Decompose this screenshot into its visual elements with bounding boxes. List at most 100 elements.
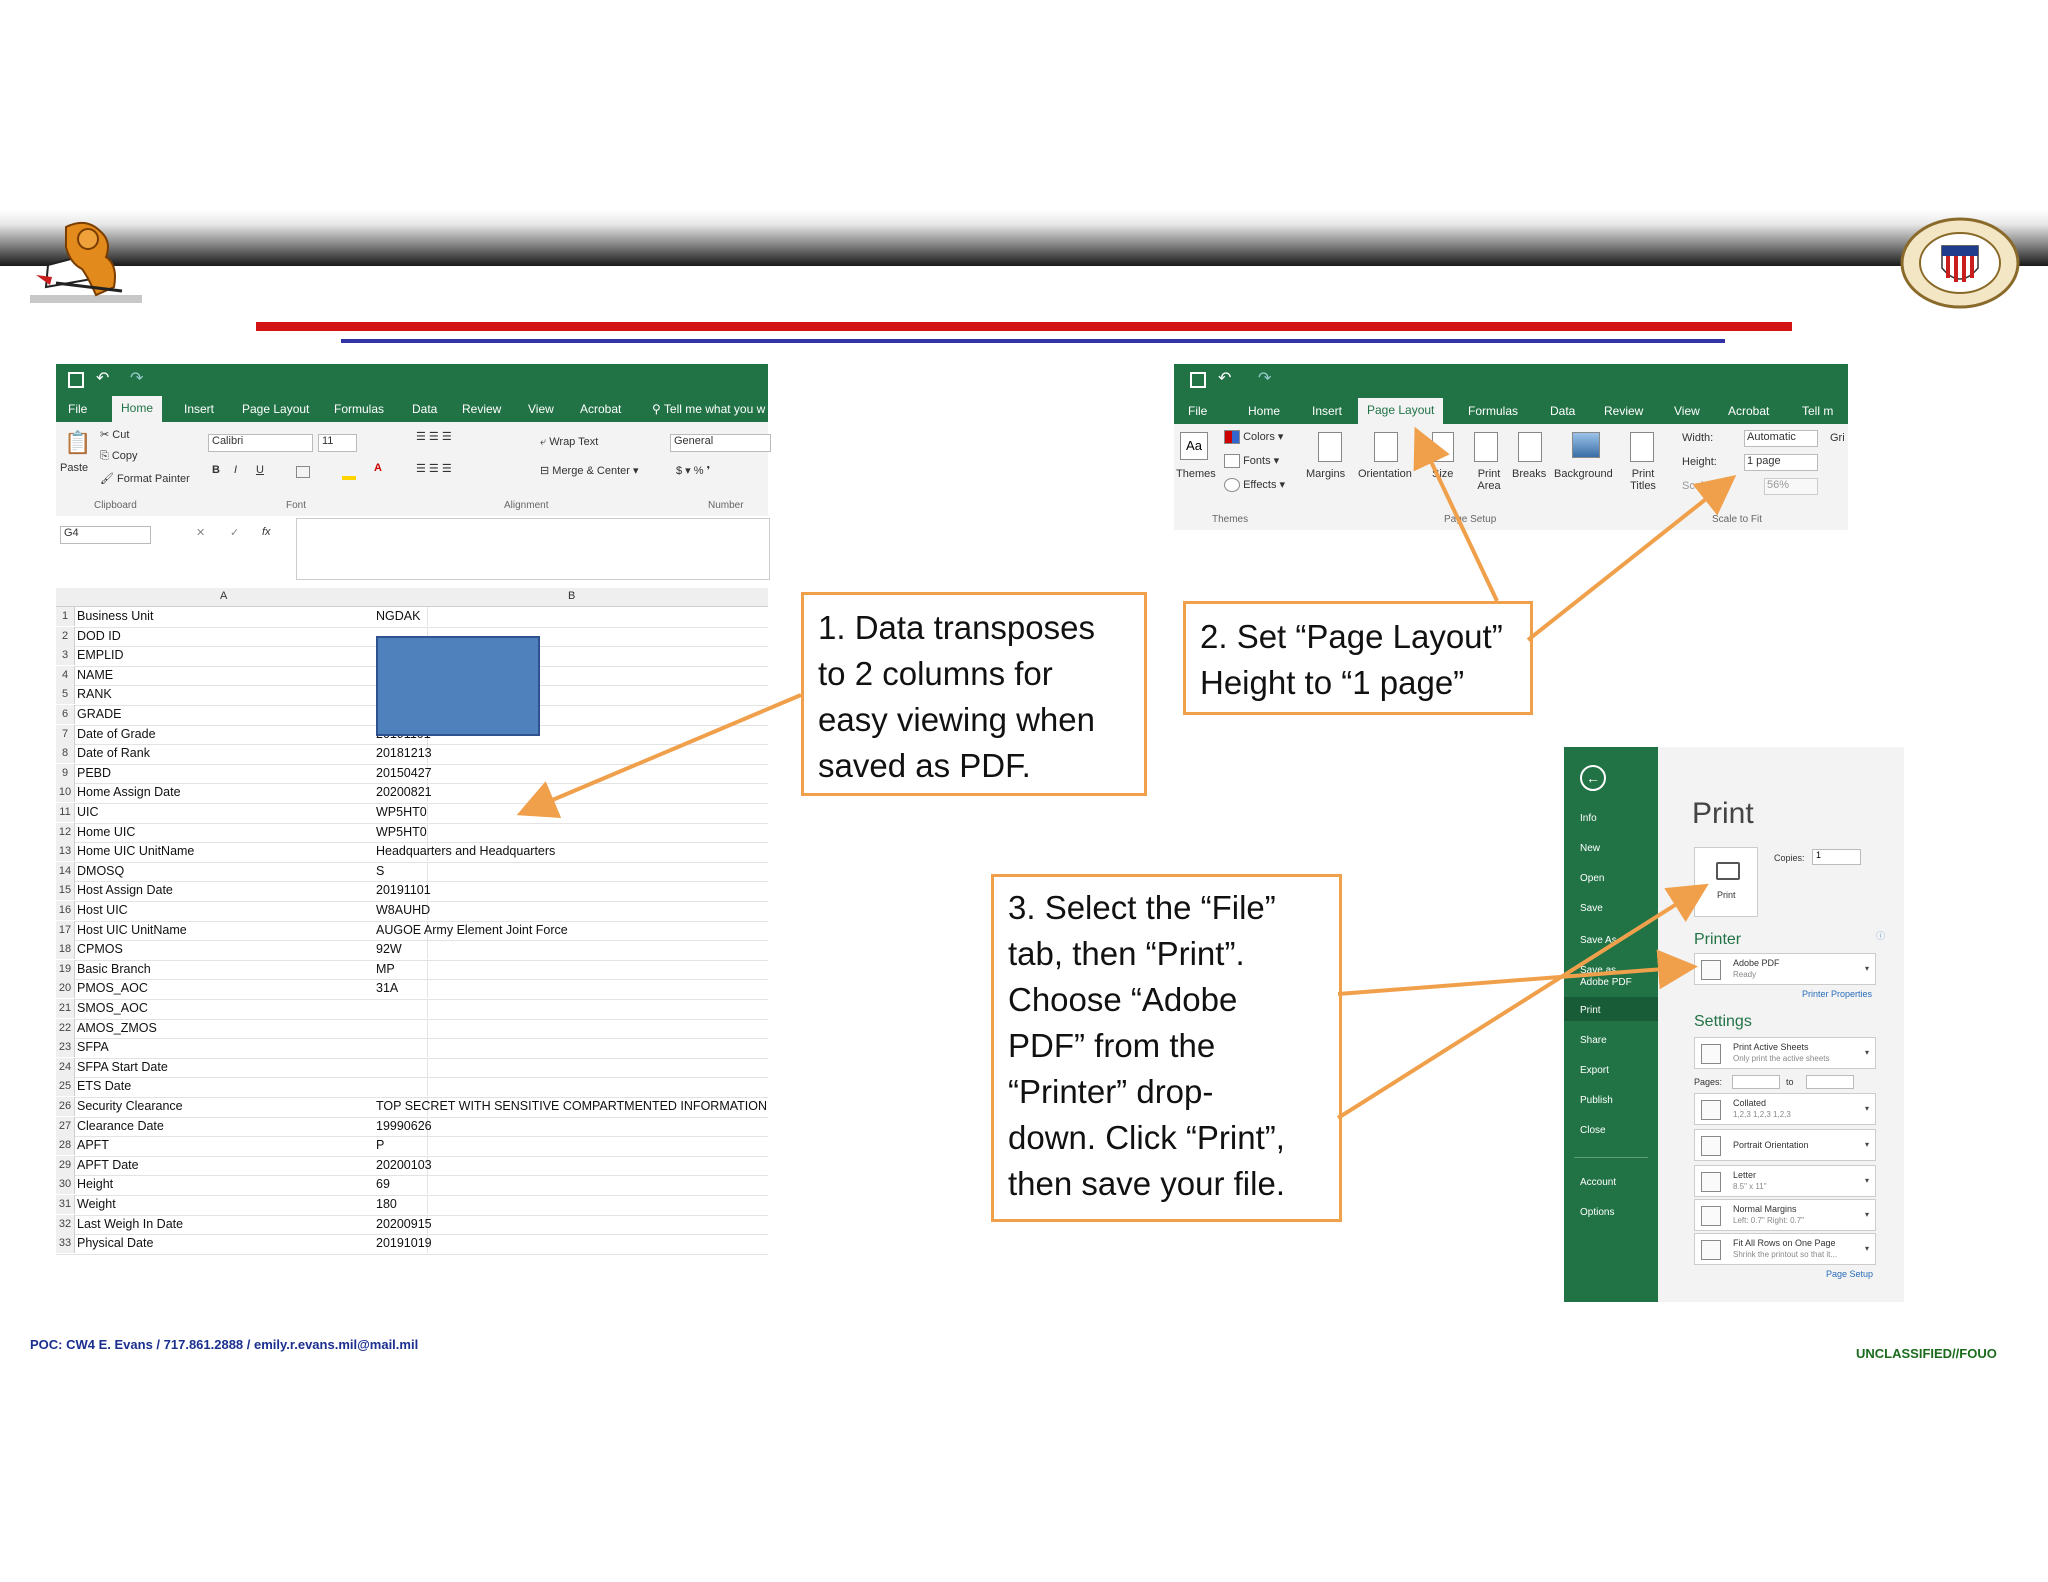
breaks-icon[interactable] [1518,432,1542,462]
cell-b[interactable]: Headquarters and Headquarters [376,842,555,861]
print-titles-button[interactable]: Print Titles [1626,468,1660,492]
print-area-button[interactable]: Print Area [1472,468,1506,492]
sidebar-item-account[interactable]: Account [1580,1177,1616,1188]
cell-a[interactable]: SMOS_AOC [77,999,428,1018]
row-number[interactable]: 22 [56,1018,75,1038]
row-number[interactable]: 3 [56,646,75,666]
row-number[interactable]: 10 [56,783,75,803]
tab-page-layout[interactable]: Page Layout [242,402,309,416]
name-box[interactable]: G4 [60,526,151,544]
wrap-text-button[interactable]: ⤶ Wrap Text [540,436,598,449]
cell-b[interactable]: P [376,1136,384,1155]
row-number[interactable]: 11 [56,803,75,822]
background-button[interactable]: Background [1554,468,1613,480]
cell-b[interactable]: WP5HT0 [376,803,427,822]
row-number[interactable]: 16 [56,901,75,920]
copies-input[interactable]: 1 [1812,849,1861,865]
print-area-icon[interactable] [1474,432,1498,462]
cell-b[interactable]: TOP SECRET WITH SENSITIVE COMPARTMENTED … [376,1097,767,1116]
scale-input[interactable]: 56% [1764,478,1818,495]
sidebar-item-options[interactable]: Options [1580,1207,1614,1218]
row-number[interactable]: 4 [56,665,75,685]
row-number[interactable]: 31 [56,1195,75,1214]
row-number[interactable]: 29 [56,1155,75,1175]
cell-b[interactable]: AUGOE Army Element Joint Force [376,921,568,940]
size-icon[interactable] [1432,432,1454,462]
orientation-icon[interactable] [1374,432,1398,462]
tab-formulas[interactable]: Formulas [334,402,384,416]
printer-properties-link[interactable]: Printer Properties [1802,989,1872,999]
tab-review[interactable]: Review [462,402,501,416]
format-painter-button[interactable]: 🖌 Format Painter [100,472,190,485]
tab-page-layout[interactable]: Page Layout [1358,398,1444,424]
row-number[interactable]: 33 [56,1234,75,1254]
font-name-select[interactable]: Calibri [208,434,313,452]
cell-b[interactable]: 92W [376,940,402,959]
paper-size-select[interactable]: Letter 8.5" x 11" ▾ [1694,1165,1876,1197]
underline-button[interactable]: U [256,464,264,476]
page-setup-link[interactable]: Page Setup [1826,1269,1873,1279]
back-arrow-icon[interactable]: ← [1580,765,1606,791]
sidebar-item-save-as-pdf[interactable]: Save as Adobe PDF [1580,965,1640,989]
column-header-a[interactable]: A [220,590,227,602]
cell-b[interactable]: NGDAK [376,607,420,626]
collated-select[interactable]: Collated 1,2,3 1,2,3 1,2,3 ▾ [1694,1093,1876,1125]
tell-me-search[interactable]: Tell m [1802,404,1833,418]
row-number[interactable]: 15 [56,881,75,901]
margins-select[interactable]: Normal Margins Left: 0.7" Right: 0.7" ▾ [1694,1199,1876,1231]
row-number[interactable]: 26 [56,1097,75,1116]
cell-a[interactable]: AMOS_ZMOS [77,1018,428,1038]
font-size-select[interactable]: 11 [318,434,357,452]
row-number[interactable]: 13 [56,842,75,862]
borders-icon[interactable] [296,466,310,478]
function-icon[interactable]: fx [262,526,271,538]
themes-icon[interactable]: Aa [1180,432,1208,460]
row-number[interactable]: 9 [56,763,75,783]
sidebar-item-info[interactable]: Info [1580,813,1597,824]
row-number[interactable]: 20 [56,979,75,999]
sidebar-item-open[interactable]: Open [1580,873,1604,884]
sidebar-item-new[interactable]: New [1580,843,1600,854]
tab-acrobat[interactable]: Acrobat [580,402,621,416]
cell-b[interactable]: 20181213 [376,744,432,763]
tab-data[interactable]: Data [412,402,437,416]
row-number[interactable]: 8 [56,744,75,764]
orientation-select[interactable]: Portrait Orientation ▾ [1694,1129,1876,1161]
width-select[interactable]: Automatic [1744,430,1818,447]
print-button[interactable]: Print [1694,847,1758,917]
tab-view[interactable]: View [1674,404,1700,418]
undo-icon[interactable]: ↶ [1218,368,1231,388]
row-number[interactable]: 12 [56,822,75,842]
cell-b[interactable]: 20200821 [376,783,432,802]
cell-b[interactable]: 19990626 [376,1117,432,1136]
cell-b[interactable]: 20191019 [376,1234,432,1253]
row-number[interactable]: 5 [56,685,75,705]
tab-insert[interactable]: Insert [184,402,214,416]
paste-icon[interactable]: 📋 [64,430,91,456]
sidebar-item-save[interactable]: Save [1580,903,1603,914]
tab-view[interactable]: View [528,402,554,416]
fill-color-icon[interactable] [342,476,356,480]
paste-button[interactable]: Paste [60,462,88,474]
sidebar-item-close[interactable]: Close [1580,1125,1606,1136]
save-icon[interactable] [68,372,84,388]
effects-button[interactable]: Effects ▾ [1224,478,1285,493]
cell-b[interactable]: 20150427 [376,764,432,783]
font-color-icon[interactable]: A [374,462,382,474]
italic-button[interactable]: I [234,464,237,476]
printer-select[interactable]: Adobe PDF Ready ▾ [1694,953,1876,985]
cell-b[interactable]: 20200915 [376,1215,432,1234]
save-icon[interactable] [1190,372,1206,388]
cut-button[interactable]: ✂ Cut [100,428,129,441]
print-active-sheets-select[interactable]: Print Active Sheets Only print the activ… [1694,1037,1876,1069]
align-top-icon[interactable]: ☰ ☰ ☰ [416,430,452,443]
scaling-select[interactable]: Fit All Rows on One Page Shrink the prin… [1694,1233,1876,1265]
tab-formulas[interactable]: Formulas [1468,404,1518,418]
sidebar-item-export[interactable]: Export [1580,1065,1609,1076]
row-number[interactable]: 14 [56,861,75,881]
row-number[interactable]: 24 [56,1057,75,1077]
column-header-b[interactable]: B [568,590,575,602]
themes-button[interactable]: Themes [1176,468,1216,480]
fonts-button[interactable]: Fonts ▾ [1224,454,1279,469]
margins-icon[interactable] [1318,432,1342,462]
